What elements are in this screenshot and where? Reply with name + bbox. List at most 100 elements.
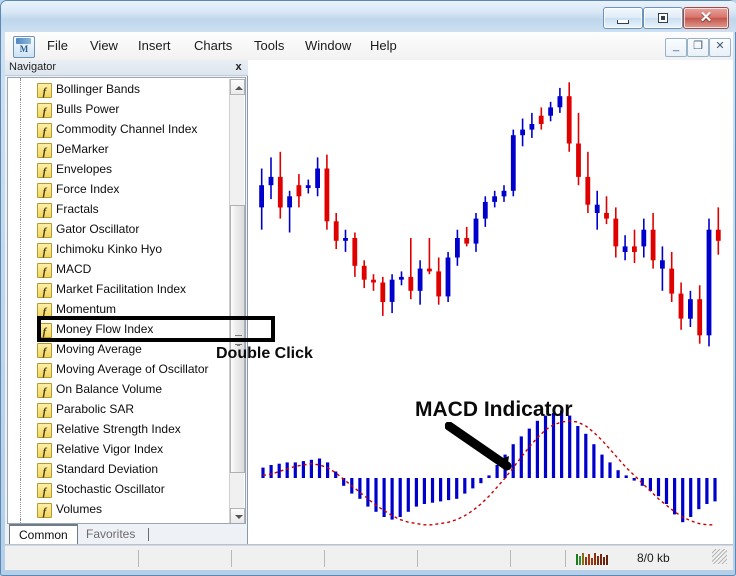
tree-line (20, 199, 22, 219)
menu-charts[interactable]: Charts (188, 37, 238, 55)
menu-window[interactable]: Window (299, 37, 357, 55)
tree-line (20, 299, 22, 319)
status-bar: 8/0 kb (5, 545, 733, 570)
tree-line (20, 379, 22, 399)
fx-icon (37, 262, 52, 282)
status-divider (138, 550, 139, 567)
navigator-item-momentum[interactable]: Momentum (8, 299, 232, 322)
navigator-item-commodity-channel-index[interactable]: Commodity Channel Index (8, 119, 232, 142)
navigator-item-label: Money Flow Index (56, 322, 154, 336)
navigator-scrollbar[interactable] (229, 79, 245, 523)
scrollbar-thumb[interactable] (230, 205, 245, 473)
navigator-item-moving-average-of-oscillator[interactable]: Moving Average of Oscillator (8, 359, 232, 382)
navigator-item-parabolic-sar[interactable]: Parabolic SAR (8, 399, 232, 422)
navigator-title: Navigator (9, 61, 57, 73)
menu-view[interactable]: View (84, 37, 124, 55)
navigator-item-label: Relative Vigor Index (56, 442, 164, 456)
tree-line (20, 479, 22, 499)
menu-insert[interactable]: Insert (132, 37, 177, 55)
navigator-item-force-index[interactable]: Force Index (8, 179, 232, 202)
tab-favorites[interactable]: Favorites (77, 525, 144, 544)
tree-line (20, 319, 22, 339)
tree-line (20, 339, 22, 359)
navigator-item-standard-deviation[interactable]: Standard Deviation (8, 459, 232, 482)
fx-icon (37, 442, 52, 462)
menu-help[interactable]: Help (364, 37, 403, 55)
mdi-restore-button[interactable]: ❐ (687, 38, 709, 57)
navigator-item-gator-oscillator[interactable]: Gator Oscillator (8, 219, 232, 242)
menu-tools[interactable]: Tools (248, 37, 290, 55)
tree-line (20, 99, 22, 119)
navigator-item-label: Gator Oscillator (56, 222, 140, 236)
navigator-item-fractals[interactable]: Fractals (8, 199, 232, 222)
navigator-item-demarker[interactable]: DeMarker (8, 139, 232, 162)
traffic-label: 8/0 kb (637, 551, 670, 565)
navigator-item-label: Momentum (56, 302, 117, 316)
resize-grip[interactable] (712, 549, 727, 564)
status-divider (324, 550, 325, 567)
navigator-item-label: Market Facilitation Index (56, 282, 187, 296)
navigator-item-label: Force Index (56, 182, 120, 196)
fx-icon (37, 462, 52, 482)
navigator-item-relative-strength-index[interactable]: Relative Strength Index (8, 419, 232, 442)
chart-pane[interactable] (249, 60, 733, 544)
mdi-close-button[interactable]: ✕ (709, 38, 731, 57)
price-and-macd-chart (259, 82, 721, 526)
close-icon: ✕ (699, 9, 713, 26)
navigator-item-relative-vigor-index[interactable]: Relative Vigor Index (8, 439, 232, 462)
navigator-item-money-flow-index[interactable]: Money Flow Index (8, 319, 232, 342)
tree-line (20, 159, 22, 179)
navigator-header: Navigator x (5, 60, 248, 76)
navigator-tabs: Common Favorites (7, 524, 246, 544)
tree-line (20, 399, 22, 419)
navigator-item-market-facilitation-index[interactable]: Market Facilitation Index (8, 279, 232, 302)
fx-icon (37, 322, 52, 342)
scroll-down-button[interactable] (230, 508, 245, 523)
tree-line (20, 239, 22, 259)
window-minimize-button[interactable] (603, 7, 643, 29)
double-click-annotation: Double Click (216, 345, 313, 362)
tree-line (20, 499, 22, 519)
navigator-item-bollinger-bands[interactable]: Bollinger Bands (8, 79, 232, 102)
navigator-close-button[interactable]: x (232, 60, 245, 74)
fx-icon (37, 102, 52, 122)
mdi-minimize-button[interactable]: _ (665, 38, 687, 57)
fx-icon (37, 202, 52, 222)
fx-icon (37, 302, 52, 322)
navigator-item-macd[interactable]: MACD (8, 259, 232, 282)
tree-line (20, 359, 22, 379)
fx-icon (37, 482, 52, 502)
navigator-item-stochastic-oscillator[interactable]: Stochastic Oscillator (8, 479, 232, 502)
navigator-item-label: DeMarker (56, 142, 109, 156)
navigator-item-on-balance-volume[interactable]: On Balance Volume (8, 379, 232, 402)
fx-icon (37, 242, 52, 262)
scroll-up-button[interactable] (230, 79, 245, 95)
status-divider (510, 550, 511, 567)
window-close-button[interactable]: ✕ (683, 7, 729, 29)
fx-icon (37, 422, 52, 442)
status-divider (231, 550, 232, 567)
signal-bars-icon[interactable] (576, 552, 610, 565)
navigator-item-moving-average[interactable]: Moving Average (8, 339, 232, 362)
navigator-item-bulls-power[interactable]: Bulls Power (8, 99, 232, 122)
tree-line (20, 259, 22, 279)
maximize-icon (658, 13, 668, 23)
navigator-item-label: Bulls Power (56, 102, 120, 116)
window-maximize-button[interactable] (643, 7, 683, 29)
metatrader-window: ✕ File View Insert Charts Tools Window H… (0, 0, 736, 576)
fx-icon (37, 82, 52, 102)
tree-line (20, 439, 22, 459)
navigator-item-label: On Balance Volume (56, 382, 163, 396)
fx-icon (37, 282, 52, 302)
fx-icon (37, 382, 52, 402)
client-area: Navigator x Bears PowerBollinger BandsBu… (5, 60, 733, 545)
navigator-item-envelopes[interactable]: Envelopes (8, 159, 232, 182)
fx-icon (37, 122, 52, 142)
navigator-item-ichimoku-kinko-hyo[interactable]: Ichimoku Kinko Hyo (8, 239, 232, 262)
navigator-tree[interactable]: Bears PowerBollinger BandsBulls PowerCom… (7, 77, 246, 524)
menu-file[interactable]: File (41, 37, 74, 55)
tab-caret (148, 528, 149, 541)
navigator-item-volumes[interactable]: Volumes (8, 499, 232, 522)
tree-line (20, 279, 22, 299)
tab-common[interactable]: Common (9, 524, 78, 544)
